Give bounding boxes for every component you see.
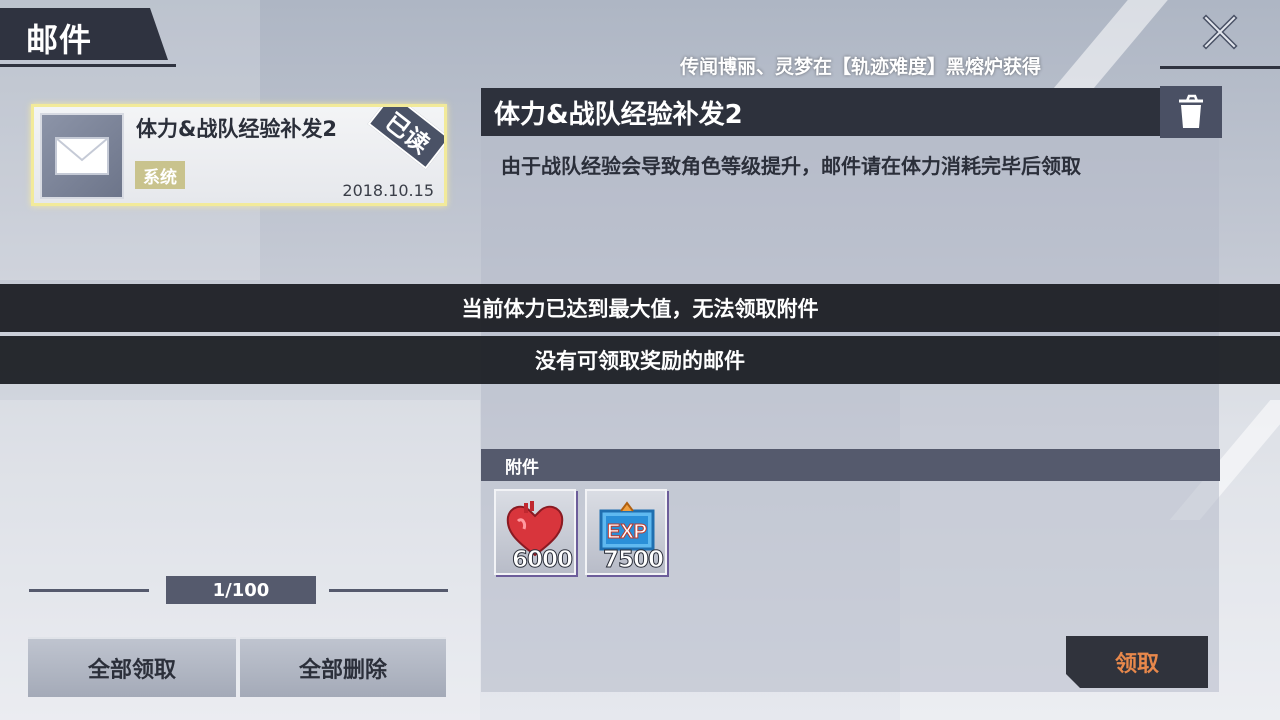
- delete-mail-button[interactable]: [1160, 86, 1222, 138]
- mail-item-title: 体力&战队经验补发2: [136, 117, 337, 141]
- mail-detail-title: 体力&战队经验补发2: [494, 100, 743, 130]
- pagination-divider: [29, 589, 149, 592]
- claim-button[interactable]: 领取: [1066, 636, 1208, 688]
- toast-no-rewards: 没有可领取奖励的邮件: [0, 336, 1280, 384]
- attachment-count: 6000: [511, 547, 573, 574]
- attachments-header: 附件: [481, 449, 1220, 481]
- mail-icon-box: [40, 113, 124, 199]
- title-underline: [0, 64, 176, 67]
- envelope-icon: [55, 137, 109, 175]
- page-title: 邮件: [26, 21, 93, 59]
- announcement-marquee: 传闻博丽、灵梦在【轨迹难度】黑熔炉获得: [680, 56, 1042, 78]
- pagination-divider: [329, 589, 448, 592]
- mail-item-date: 2018.10.15: [342, 181, 434, 200]
- attachment-count: 7500: [602, 547, 664, 574]
- close-button[interactable]: [1196, 8, 1244, 56]
- toast-stamina-full: 当前体力已达到最大值，无法领取附件: [0, 284, 1280, 332]
- marquee-underline: [1160, 66, 1280, 69]
- svg-text:EXP: EXP: [607, 521, 647, 543]
- claim-all-button[interactable]: 全部领取: [28, 637, 236, 697]
- attachment-item-stamina[interactable]: 6000: [494, 489, 576, 575]
- close-icon: [1202, 14, 1238, 50]
- mail-detail-body: 由于战队经验会导致角色等级提升，邮件请在体力消耗完毕后领取: [501, 154, 1081, 178]
- delete-all-button[interactable]: 全部删除: [240, 637, 446, 697]
- mail-list-item[interactable]: 体力&战队经验补发2 系统 2018.10.15 已读: [31, 104, 447, 206]
- trash-icon: [1179, 94, 1203, 128]
- read-stamp: 已读: [367, 107, 444, 170]
- attachment-item-exp[interactable]: EXP 7500: [585, 489, 667, 575]
- mail-category-badge: 系统: [135, 161, 185, 189]
- pagination-indicator: 1/100: [166, 576, 316, 604]
